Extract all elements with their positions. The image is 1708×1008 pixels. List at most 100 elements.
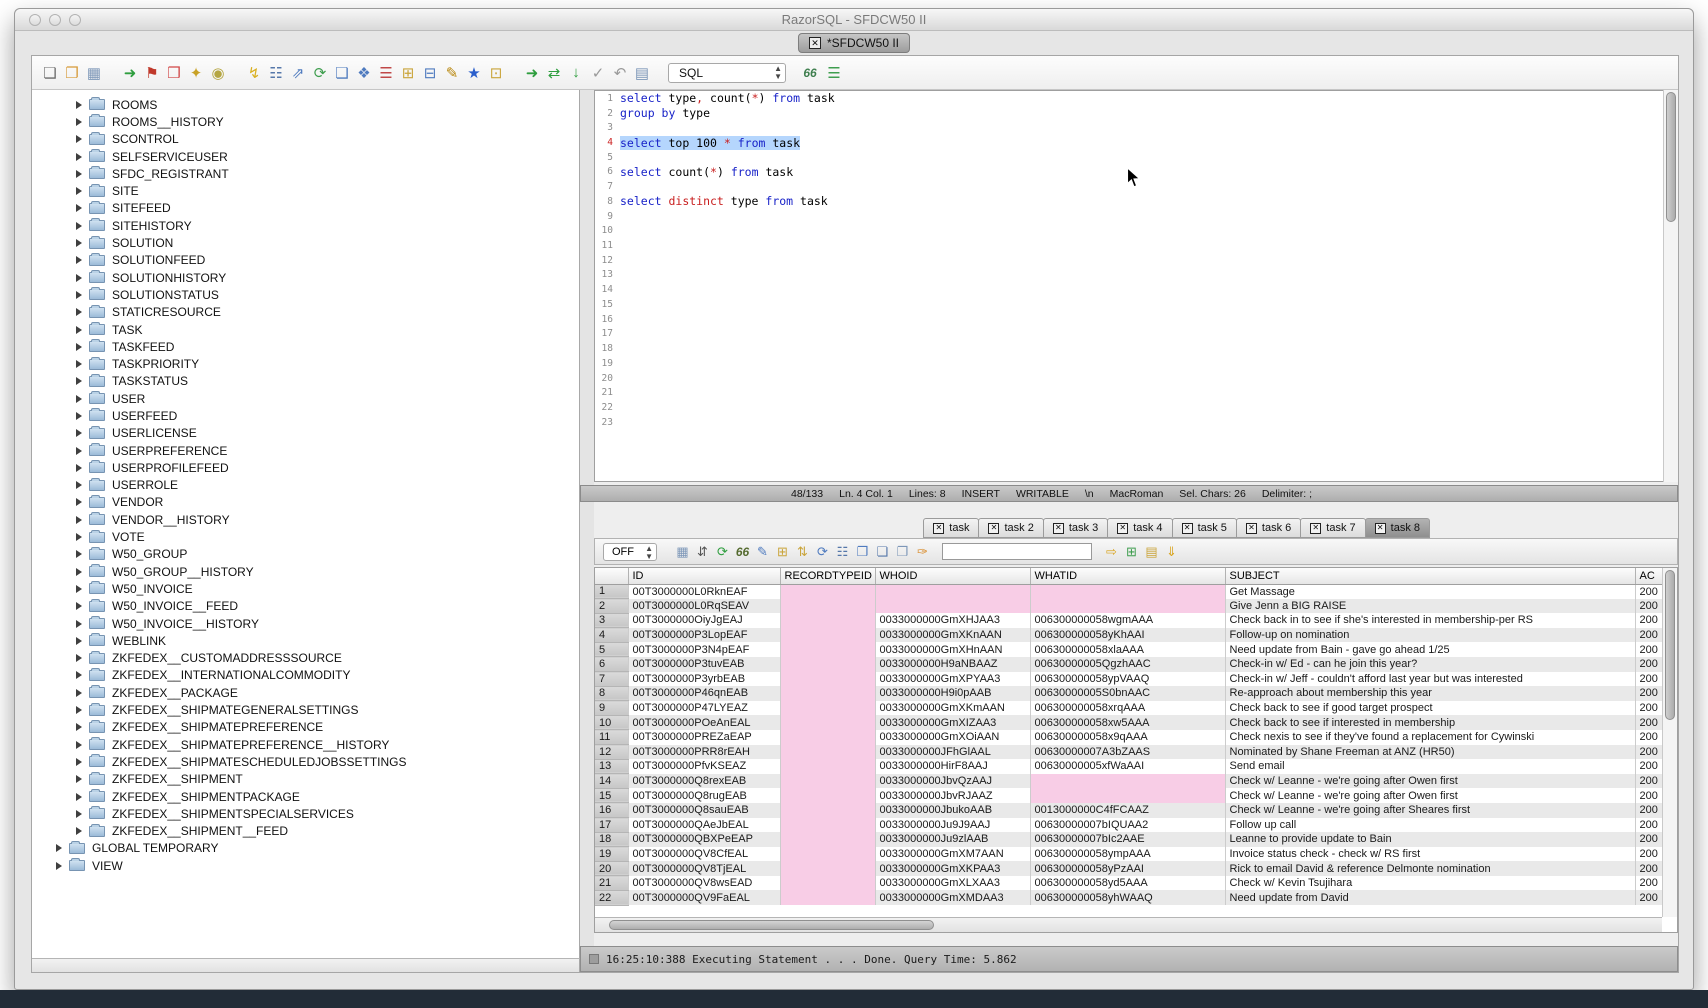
expand-triangle-icon[interactable] [76,204,82,212]
data-cell[interactable]: Check w/ Leanne - we're going after Owen… [1225,774,1635,789]
editor-line[interactable]: 22 [595,400,1677,415]
editor-line[interactable]: 7 [595,179,1677,194]
data-cell[interactable]: Need update from Bain - gave go ahead 1/… [1225,642,1635,657]
column-header-whatid[interactable]: WHATID [1030,568,1225,584]
data-cell[interactable]: Check w/ Leanne - we're going after Shea… [1225,803,1635,818]
close-tab-icon[interactable]: ✕ [1375,523,1386,534]
expand-triangle-icon[interactable] [76,810,82,818]
row-number-cell[interactable]: 5 [595,642,628,657]
data-cell[interactable]: 00T3000000QV9FaEAL [628,890,780,905]
sidebar-item-userrole[interactable]: USERROLE [32,477,579,494]
data-cell[interactable]: 00630000005QgzhAAC [1030,657,1225,672]
table-row[interactable]: 1400T3000000Q8rexEAB0033000000JbvQzAAJCh… [595,774,1668,789]
sidebar-item-zkfedex__internationalcommodity[interactable]: ZKFEDEX__INTERNATIONALCOMMODITY [32,667,579,684]
expand-triangle-icon[interactable] [76,481,82,489]
editor-line[interactable]: 13 [595,268,1677,283]
sidebar-item-taskpriority[interactable]: TASKPRIORITY [32,355,579,372]
expand-triangle-icon[interactable] [76,723,82,731]
data-cell[interactable]: 00T3000000PRR8rEAH [628,745,780,760]
table-horizontal-scrollbar[interactable] [595,917,1662,932]
null-cell[interactable] [780,686,875,701]
sort-filter-icon[interactable]: ⇵ [694,541,711,562]
editor-line[interactable]: 16 [595,312,1677,327]
expand-triangle-icon[interactable] [76,620,82,628]
panel-splitter[interactable] [580,90,594,972]
updown-icon[interactable]: ⇅ [794,541,811,562]
table-row[interactable]: 500T3000000P3N4pEAF0033000000GmXHnAAN006… [595,642,1668,657]
null-cell[interactable] [780,759,875,774]
data-cell[interactable]: 0033000000GmXM7AAN [875,847,1030,862]
expand-triangle-icon[interactable] [76,498,82,506]
expand-triangle-icon[interactable] [76,239,82,247]
refresh-icon[interactable]: ⟳ [310,62,330,83]
undo-icon[interactable]: ↶ [610,62,630,83]
data-cell[interactable]: 00T3000000QBXPeEAP [628,832,780,847]
data-cell[interactable]: 006300000058wgmAAA [1030,613,1225,628]
data-cell[interactable]: 0033000000JbukoAAB [875,803,1030,818]
editor-vertical-scrollbar[interactable] [1663,90,1678,482]
data-cell[interactable]: 00630000005S0bnAAC [1030,686,1225,701]
row-number-cell[interactable]: 4 [595,628,628,643]
sidebar-item-sitehistory[interactable]: SITEHISTORY [32,217,579,234]
expand-triangle-icon[interactable] [76,706,82,714]
table-row[interactable]: 800T3000000P46qnEAB0033000000H9i0pAAB006… [595,686,1668,701]
data-cell[interactable]: 0033000000Ju9J9AAJ [875,818,1030,833]
data-cell[interactable]: 006300000058yKhAAI [1030,628,1225,643]
run-all-icon[interactable]: ⇄ [544,62,564,83]
data-cell[interactable]: 0033000000GmXMDAA3 [875,890,1030,905]
connect-database-icon[interactable]: ➜ [120,62,140,83]
null-cell[interactable] [780,774,875,789]
null-cell[interactable] [780,715,875,730]
editor-line[interactable]: 1select type, count(*) from task [595,91,1677,106]
data-cell[interactable]: 00T3000000POeAnEAL [628,715,780,730]
expand-triangle-icon[interactable] [76,602,82,610]
row-number-cell[interactable]: 3 [595,613,628,628]
expand-triangle-icon[interactable] [76,274,82,282]
edit-sql-icon[interactable]: ✎ [442,62,462,83]
table-row[interactable]: 1000T3000000POeAnEAL0033000000GmXIZAA300… [595,715,1668,730]
expand-triangle-icon[interactable] [76,758,82,766]
editor-line[interactable]: 6select count(*) from task [595,165,1677,180]
expand-triangle-icon[interactable] [76,222,82,230]
row-number-cell[interactable]: 20 [595,861,628,876]
row-number-cell[interactable]: 13 [595,759,628,774]
table-view-icon[interactable]: ⊟ [420,62,440,83]
close-tab-icon[interactable]: ✕ [1117,523,1128,534]
query-log-icon[interactable]: ▤ [632,62,652,83]
data-cell[interactable]: Check-in w/ Jeff - couldn't afford last … [1225,672,1635,687]
editor-scroll-thumb[interactable] [1666,92,1676,222]
table-row[interactable]: 200T3000000L0RqSEAVGive Jenn a BIG RAISE… [595,599,1668,614]
data-cell[interactable]: Check w/ Leanne - we're going after Owen… [1225,788,1635,803]
download-icon[interactable]: ⇓ [1163,541,1180,562]
expand-triangle-icon[interactable] [76,741,82,749]
table-import-icon[interactable]: ⊡ [486,62,506,83]
refresh-results-icon[interactable]: ⟳ [714,541,731,562]
sidebar-item-weblink[interactable]: WEBLINK [32,632,579,649]
sidebar-item-w50_group[interactable]: W50_GROUP [32,546,579,563]
null-cell[interactable] [1030,584,1225,599]
row-number-cell[interactable]: 14 [595,774,628,789]
null-cell[interactable] [875,599,1030,614]
data-cell[interactable]: Need update from David [1225,890,1635,905]
expand-triangle-icon[interactable] [76,395,82,403]
null-cell[interactable] [780,628,875,643]
editor-line[interactable]: 17 [595,327,1677,342]
expand-triangle-icon[interactable] [56,844,62,852]
expand-triangle-icon[interactable] [76,360,82,368]
null-cell[interactable] [875,584,1030,599]
expand-triangle-icon[interactable] [76,135,82,143]
new-connection-icon[interactable]: ✦ [186,62,206,83]
sidebar-item-taskfeed[interactable]: TASKFEED [32,338,579,355]
search-view-icon[interactable]: 66 [800,62,820,83]
table-row[interactable]: 1600T3000000Q8sauEAB0033000000JbukoAAB00… [595,803,1668,818]
result-tab-task-5[interactable]: ✕task 5 [1172,518,1237,538]
new-file-icon[interactable]: ❏ [40,62,60,83]
editor-line[interactable]: 18 [595,341,1677,356]
data-cell[interactable]: 00T3000000QV8CfEAL [628,847,780,862]
execute-lightning-icon[interactable]: ↯ [244,62,264,83]
close-tab-icon[interactable]: ✕ [1053,523,1064,534]
table-row[interactable]: 100T3000000L0RknEAFGet Massage200 [595,584,1668,599]
sidebar-item-vote[interactable]: VOTE [32,528,579,545]
expand-triangle-icon[interactable] [76,256,82,264]
data-cell[interactable]: 006300000058xlaAAA [1030,642,1225,657]
